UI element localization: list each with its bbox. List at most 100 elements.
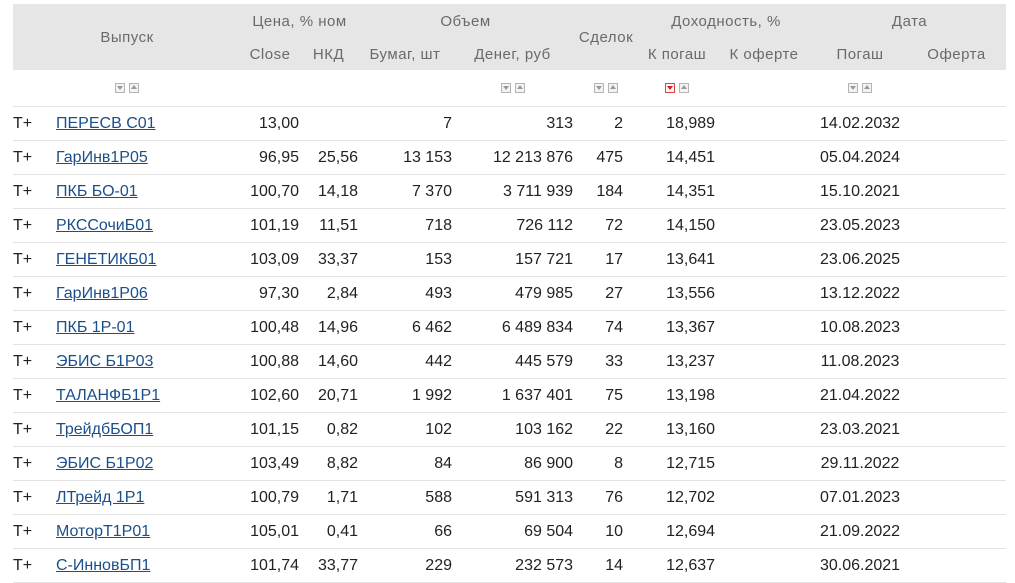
yield-to-offer-cell	[715, 106, 814, 141]
nkd-cell: 33,37	[299, 242, 358, 277]
maturity-date-cell: 15.10.2021	[813, 174, 908, 209]
yield-to-offer-cell	[715, 242, 814, 277]
issue-link[interactable]: ГарИнв1Р06	[56, 285, 148, 302]
papers-volume-cell: 493	[358, 276, 452, 311]
yield-to-offer-cell	[715, 208, 814, 243]
nkd-cell	[299, 106, 358, 141]
sort-desc-icon[interactable]	[115, 82, 125, 93]
sort-asc-icon[interactable]	[679, 82, 690, 93]
issue-link[interactable]: ТрейдбБОП1	[56, 421, 153, 438]
issue-column-header[interactable]: Выпуск	[13, 4, 241, 70]
trade-mode-cell: T+	[13, 276, 56, 311]
nkd-cell: 0,41	[299, 514, 358, 549]
table-row: T+ ГарИнв1Р05 96,95 25,56 13 153 12 213 …	[13, 140, 1007, 175]
table-row: T+ ПКБ 1Р-01 100,48 14,96 6 462 6 489 83…	[13, 310, 1007, 345]
nkd-cell: 25,56	[299, 140, 358, 175]
yield-to-offer-cell	[715, 276, 814, 311]
deals-count-cell: 475	[573, 140, 640, 175]
issue-link[interactable]: ТАЛАНФБ1Р1	[56, 387, 160, 404]
papers-volume-cell: 442	[358, 344, 452, 379]
yield-to-offer-cell	[715, 548, 814, 583]
papers-volume-cell: 84	[358, 446, 452, 481]
issue-cell: ТрейдбБОП1	[56, 412, 241, 447]
issue-link[interactable]: ЭБИС Б1Р03	[56, 353, 153, 370]
money-volume-cell: 232 573	[452, 548, 574, 583]
money-volume-cell: 313	[452, 106, 574, 141]
issue-link[interactable]: С-ИнновБП1	[56, 557, 150, 574]
yield-sort-controls	[665, 82, 690, 93]
maturity-date-cell: 23.05.2023	[813, 208, 908, 243]
money-volume-cell: 157 721	[452, 242, 574, 277]
trade-mode-cell: T+	[13, 310, 56, 345]
nkd-cell: 33,77	[299, 548, 358, 583]
yield-to-maturity-cell: 13,237	[639, 344, 716, 379]
yield-to-maturity-cell: 13,367	[639, 310, 716, 345]
nkd-column-header[interactable]: НКД	[299, 38, 358, 70]
issue-link[interactable]: ГарИнв1Р05	[56, 149, 148, 166]
nkd-cell: 2,84	[299, 276, 358, 311]
close-column-header[interactable]: Close	[241, 38, 299, 70]
issue-link[interactable]: ПКБ 1Р-01	[56, 319, 134, 336]
close-price-cell: 101,74	[241, 548, 299, 583]
offer-date-cell	[907, 106, 1007, 141]
deals-count-cell: 10	[573, 514, 640, 549]
yield-to-offer-header[interactable]: К оферте	[715, 38, 814, 70]
table-row: T+ С-ИнновБП1 101,74 33,77 229 232 573 1…	[13, 548, 1007, 583]
sort-desc-icon[interactable]	[848, 82, 859, 93]
money-volume-cell: 12 213 876	[452, 140, 574, 175]
money-sort-controls	[500, 82, 525, 93]
issue-cell: ГарИнв1Р06	[56, 276, 241, 311]
yield-to-maturity-cell: 13,160	[639, 412, 716, 447]
sort-asc-icon[interactable]	[129, 82, 139, 93]
papers-volume-cell: 588	[358, 480, 452, 515]
trade-mode-cell: T+	[13, 514, 56, 549]
yield-to-maturity-cell: 13,556	[639, 276, 716, 311]
issue-link[interactable]: ЛТрейд 1Р1	[56, 489, 144, 506]
issue-link[interactable]: ЭБИС Б1Р02	[56, 455, 153, 472]
sort-desc-icon[interactable]	[500, 82, 511, 93]
yield-to-maturity-cell: 14,150	[639, 208, 716, 243]
issue-link[interactable]: РКССочиБ01	[56, 217, 153, 234]
money-column-header[interactable]: Денег, руб	[452, 38, 574, 70]
yield-to-offer-cell	[715, 344, 814, 379]
trade-mode-cell: T+	[13, 174, 56, 209]
close-price-cell: 103,49	[241, 446, 299, 481]
close-price-cell: 101,15	[241, 412, 299, 447]
trade-mode-cell: T+	[13, 106, 56, 141]
issue-cell: МоторТ1Р01	[56, 514, 241, 549]
issue-link[interactable]: ПЕРЕСВ С01	[56, 115, 156, 132]
issue-link[interactable]: МоторТ1Р01	[56, 523, 150, 540]
offer-date-cell	[907, 242, 1007, 277]
deals-column-header[interactable]: Сделок	[573, 4, 640, 70]
issue-link[interactable]: ГЕНЕТИКБ01	[56, 251, 156, 268]
papers-volume-cell: 718	[358, 208, 452, 243]
sort-asc-icon[interactable]	[608, 82, 619, 93]
papers-volume-cell: 229	[358, 548, 452, 583]
yield-group-header: Доходность, %	[639, 4, 814, 38]
money-volume-cell: 69 504	[452, 514, 574, 549]
papers-volume-cell: 66	[358, 514, 452, 549]
close-price-cell: 105,01	[241, 514, 299, 549]
papers-column-header[interactable]: Бумаг, шт	[358, 38, 452, 70]
sort-asc-icon[interactable]	[514, 82, 525, 93]
issue-sort-controls	[115, 82, 139, 93]
sort-desc-active-icon[interactable]	[665, 82, 676, 93]
maturity-date-cell: 14.02.2032	[813, 106, 908, 141]
volume-group-header: Объем	[358, 4, 574, 38]
offer-date-header[interactable]: Оферта	[907, 38, 1007, 70]
sort-asc-icon[interactable]	[862, 82, 873, 93]
table-row: T+ ЛТрейд 1Р1 100,79 1,71 588 591 313 76…	[13, 480, 1007, 515]
maturity-date-header[interactable]: Погаш	[813, 38, 908, 70]
deals-count-cell: 72	[573, 208, 640, 243]
papers-volume-cell: 7 370	[358, 174, 452, 209]
issue-cell: ГЕНЕТИКБ01	[56, 242, 241, 277]
sort-desc-icon[interactable]	[594, 82, 605, 93]
close-price-cell: 100,70	[241, 174, 299, 209]
maturity-date-cell: 07.01.2023	[813, 480, 908, 515]
money-volume-cell: 103 162	[452, 412, 574, 447]
trade-mode-cell: T+	[13, 548, 56, 583]
issue-link[interactable]: ПКБ БО-01	[56, 183, 138, 200]
trade-mode-cell: T+	[13, 242, 56, 277]
money-volume-cell: 591 313	[452, 480, 574, 515]
yield-to-maturity-header[interactable]: К погаш	[639, 38, 716, 70]
